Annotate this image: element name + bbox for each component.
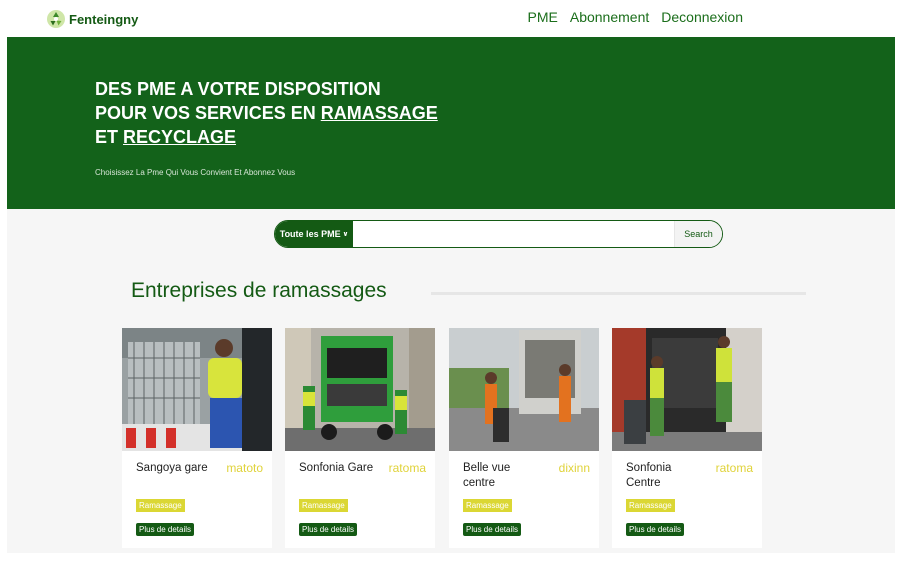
brand-logo[interactable]: Fenteingny — [46, 9, 138, 29]
card-name: Sangoya gare — [136, 462, 208, 474]
card-category-badge: Ramassage — [626, 499, 675, 512]
card-details-button[interactable]: Plus de details — [463, 523, 522, 536]
chevron-down-icon: ∨ — [342, 231, 349, 238]
hero-title-line-3-text: ET — [95, 127, 124, 147]
hero-banner: DES PME A VOTRE DISPOSITION POUR VOS SER… — [7, 37, 895, 209]
card-name: Belle vue centre — [463, 462, 511, 489]
recycle-icon — [47, 10, 65, 28]
card-photo-collector-at-truck — [122, 328, 272, 451]
card-category-badge: Ramassage — [463, 499, 512, 512]
page-background: Fenteingny PME Abonnement Deconnexion DE… — [7, 0, 895, 553]
card-photo-workers-loading-truck — [612, 328, 762, 451]
card-location: matoto — [226, 461, 263, 475]
company-card[interactable]: Sangoya gare matoto Ramassage Plus de de… — [122, 328, 272, 548]
pme-filter-dropdown[interactable]: Toute les PME ∨ — [275, 221, 353, 247]
hero-title-line-2: POUR VOS SERVICES EN RAMASSAGE — [95, 101, 515, 125]
hero-subtitle: Choisissez La Pme Qui Vous Convient Et A… — [95, 168, 296, 177]
company-card[interactable]: Belle vue centre dixinn Ramassage Plus d… — [449, 328, 599, 548]
hero-title-line-2-text: POUR VOS SERVICES EN — [95, 103, 321, 123]
card-name: Sonfonia Centre — [626, 462, 672, 489]
card-location: ratoma — [388, 461, 426, 475]
card-details-button[interactable]: Plus de details — [136, 523, 195, 536]
search-bar: Toute les PME ∨ Search — [274, 220, 723, 248]
card-location: ratoma — [715, 461, 753, 475]
card-details-button[interactable]: Plus de details — [626, 523, 685, 536]
nav-link-abonnement[interactable]: Abonnement — [570, 9, 649, 25]
card-details-button[interactable]: Plus de details — [299, 523, 358, 536]
card-location: dixinn — [558, 461, 590, 475]
search-input[interactable] — [353, 221, 674, 247]
card-photo-bin-collection — [449, 328, 599, 451]
card-category-badge: Ramassage — [136, 499, 185, 512]
card-photo-garbage-truck-street — [285, 328, 435, 451]
hero-title: DES PME A VOTRE DISPOSITION POUR VOS SER… — [95, 77, 515, 149]
card-category-badge: Ramassage — [299, 499, 348, 512]
search-button[interactable]: Search — [674, 221, 722, 247]
company-card[interactable]: Sonfonia Centre ratoma Ramassage Plus de… — [612, 328, 762, 548]
nav-links: PME Abonnement Deconnexion — [528, 9, 743, 25]
nav-link-pme[interactable]: PME — [528, 9, 558, 25]
hero-title-line-3: ET RECYCLAGE — [95, 125, 515, 149]
company-card[interactable]: Sonfonia Gare ratoma Ramassage Plus de d… — [285, 328, 435, 548]
hero-title-line-1: DES PME A VOTRE DISPOSITION — [95, 79, 381, 99]
section-title: Entreprises de ramassages — [131, 279, 387, 302]
card-name: Sonfonia Gare — [299, 462, 374, 474]
section-divider — [431, 292, 806, 295]
top-navbar: Fenteingny PME Abonnement Deconnexion — [7, 0, 895, 37]
nav-link-deconnexion[interactable]: Deconnexion — [661, 9, 743, 25]
pme-filter-label: Toute les PME — [279, 229, 341, 239]
hero-recyclage-link[interactable]: RECYCLAGE — [123, 127, 236, 147]
brand-name: Fenteingny — [69, 11, 139, 27]
hero-ramassage-link[interactable]: RAMASSAGE — [321, 103, 438, 123]
